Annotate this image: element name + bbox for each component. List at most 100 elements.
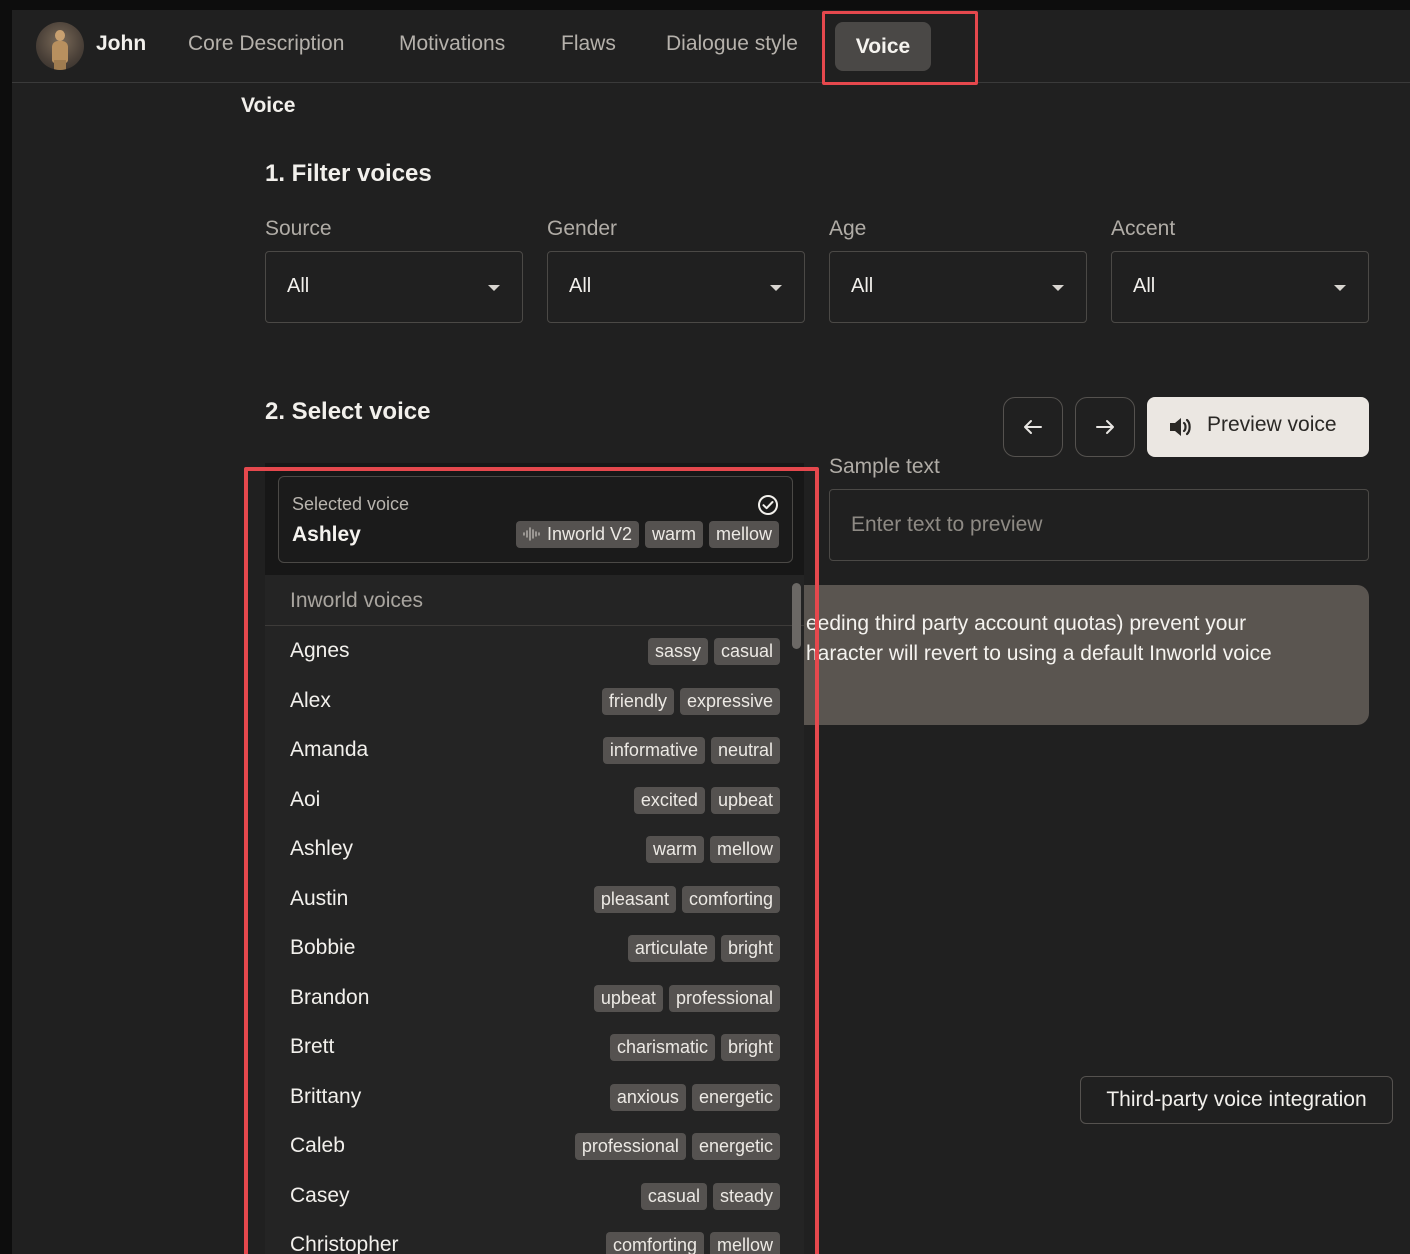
tab-flaws[interactable]: Flaws — [561, 32, 616, 56]
voice-name: Brandon — [290, 985, 370, 1009]
voice-tag: steady — [712, 1182, 780, 1210]
voice-tag: friendly — [601, 687, 674, 715]
scrollbar-thumb[interactable] — [792, 583, 801, 649]
voice-tags: warm mellow — [645, 836, 780, 863]
character-name: John — [96, 32, 147, 55]
voice-dropdown[interactable]: Selected voice Ashley Inworld V2 warm me… — [265, 463, 804, 1254]
voice-tag: expressive — [679, 687, 780, 715]
preview-voice-label: Preview voice — [1207, 413, 1337, 436]
voice-tag: comforting — [681, 885, 780, 913]
accent-select[interactable]: All — [1111, 251, 1369, 323]
voice-name: Bobbie — [290, 936, 356, 959]
tab-voice[interactable]: Voice — [835, 22, 931, 71]
voice-tag: upbeat — [710, 786, 780, 814]
voice-name: Agnes — [290, 639, 350, 662]
voice-option-brittany[interactable]: Brittany anxious energetic — [265, 1073, 793, 1122]
voice-tag: bright — [720, 935, 780, 962]
source-select[interactable]: All — [265, 251, 523, 323]
voice-option-casey[interactable]: Casey casual steady — [265, 1172, 793, 1221]
voice-tags: professional energetic — [574, 1133, 780, 1160]
voice-tag: warm — [645, 836, 704, 863]
source-value: All — [287, 275, 310, 297]
age-select[interactable]: All — [829, 251, 1087, 323]
voice-option-christopher[interactable]: Christopher comforting mellow — [265, 1221, 793, 1254]
voice-option-brett[interactable]: Brett charismatic bright — [265, 1023, 793, 1072]
voice-option-brandon[interactable]: Brandon upbeat professional — [265, 974, 793, 1023]
select-heading: 2. Select voice — [265, 398, 431, 425]
voice-tag: bright — [720, 1034, 780, 1061]
voice-option-agnes[interactable]: Agnes sassy casual — [265, 627, 793, 676]
previous-voice-button[interactable] — [1003, 397, 1063, 457]
voice-tags: excited upbeat — [633, 786, 780, 814]
arrow-left-icon — [1024, 420, 1042, 434]
voice-tags: charismatic bright — [609, 1034, 780, 1061]
voice-tag: energetic — [691, 1133, 780, 1160]
voice-tag: pleasant — [593, 885, 676, 913]
model-badge: Inworld V2 — [515, 521, 639, 549]
voice-option-caleb[interactable]: Caleb professional energetic — [265, 1122, 793, 1171]
voice-tags: sassy casual — [647, 638, 780, 665]
voice-tag: energetic — [691, 1083, 780, 1111]
voice-name: Ashley — [290, 837, 354, 860]
voice-tags: casual steady — [640, 1182, 780, 1210]
selected-voice-name: Ashley — [292, 523, 361, 546]
next-voice-button[interactable] — [1075, 397, 1135, 457]
tab-dialogue-style[interactable]: Dialogue style — [666, 32, 798, 56]
caret-down-icon — [1052, 285, 1064, 291]
voice-name: Christopher — [290, 1233, 399, 1254]
tab-core-description[interactable]: Core Description — [188, 32, 344, 56]
voice-tag: upbeat — [593, 984, 663, 1012]
selected-voice-card: Selected voice Ashley Inworld V2 warm me… — [278, 476, 793, 563]
speaker-icon — [1167, 414, 1193, 445]
voice-name: Austin — [290, 886, 349, 910]
voice-option-aoi[interactable]: Aoi excited upbeat — [265, 776, 793, 825]
voice-tag: casual — [640, 1182, 707, 1210]
voice-option-amanda[interactable]: Amanda informative neutral — [265, 726, 793, 775]
voice-tag: neutral — [710, 737, 780, 764]
voice-tag: mellow — [708, 521, 779, 548]
check-circle-icon — [757, 494, 779, 521]
voice-tag: warm — [644, 521, 703, 548]
age-value: All — [851, 275, 874, 297]
preview-voice-button[interactable]: Preview voice — [1147, 397, 1369, 457]
voice-name: Brett — [290, 1035, 335, 1058]
top-nav: John Core Description Motivations Flaws … — [12, 10, 1410, 85]
voice-tag: professional — [574, 1133, 686, 1160]
voice-tags: comforting mellow — [605, 1232, 780, 1254]
voice-option-ashley[interactable]: Ashley warm mellow — [265, 825, 793, 874]
app-window: John Core Description Motivations Flaws … — [12, 10, 1410, 1254]
voice-tag: informative — [602, 737, 705, 764]
voice-option-austin[interactable]: Austin pleasant comforting — [265, 875, 793, 924]
voice-option-alex[interactable]: Alex friendly expressive — [265, 677, 793, 726]
waveform-icon — [523, 522, 541, 549]
voice-tag: excited — [633, 786, 705, 814]
notice-banner: eeding third party account quotas) preve… — [752, 585, 1369, 725]
voice-tags: informative neutral — [602, 737, 780, 764]
voice-name: Amanda — [290, 738, 369, 761]
voice-option-bobbie[interactable]: Bobbie articulate bright — [265, 924, 793, 973]
notice-line-1: eeding third party account quotas) preve… — [806, 612, 1247, 635]
gender-select[interactable]: All — [547, 251, 805, 323]
voice-tags: articulate bright — [627, 935, 780, 962]
voice-name: Caleb — [290, 1134, 345, 1157]
sample-text-input[interactable] — [829, 489, 1369, 561]
voice-tag: professional — [668, 984, 780, 1012]
voice-tag: charismatic — [609, 1034, 715, 1061]
avatar[interactable] — [36, 22, 84, 70]
voice-name: Brittany — [290, 1084, 362, 1108]
section-title: Voice — [241, 94, 296, 117]
voice-tag: casual — [713, 638, 780, 665]
selected-voice-label: Selected voice — [292, 494, 410, 514]
gender-label: Gender — [547, 217, 618, 240]
tab-motivations[interactable]: Motivations — [399, 32, 505, 56]
voice-name: Casey — [290, 1183, 350, 1207]
source-label: Source — [265, 217, 332, 240]
caret-down-icon — [1334, 285, 1346, 291]
voice-tags: pleasant comforting — [593, 885, 780, 913]
voice-tag: sassy — [647, 638, 708, 665]
voice-tags: friendly expressive — [601, 687, 780, 715]
voice-tags: upbeat professional — [593, 984, 780, 1012]
accent-value: All — [1133, 275, 1156, 297]
third-party-voice-button[interactable]: Third-party voice integration — [1080, 1076, 1393, 1124]
filter-heading: 1. Filter voices — [265, 160, 432, 187]
